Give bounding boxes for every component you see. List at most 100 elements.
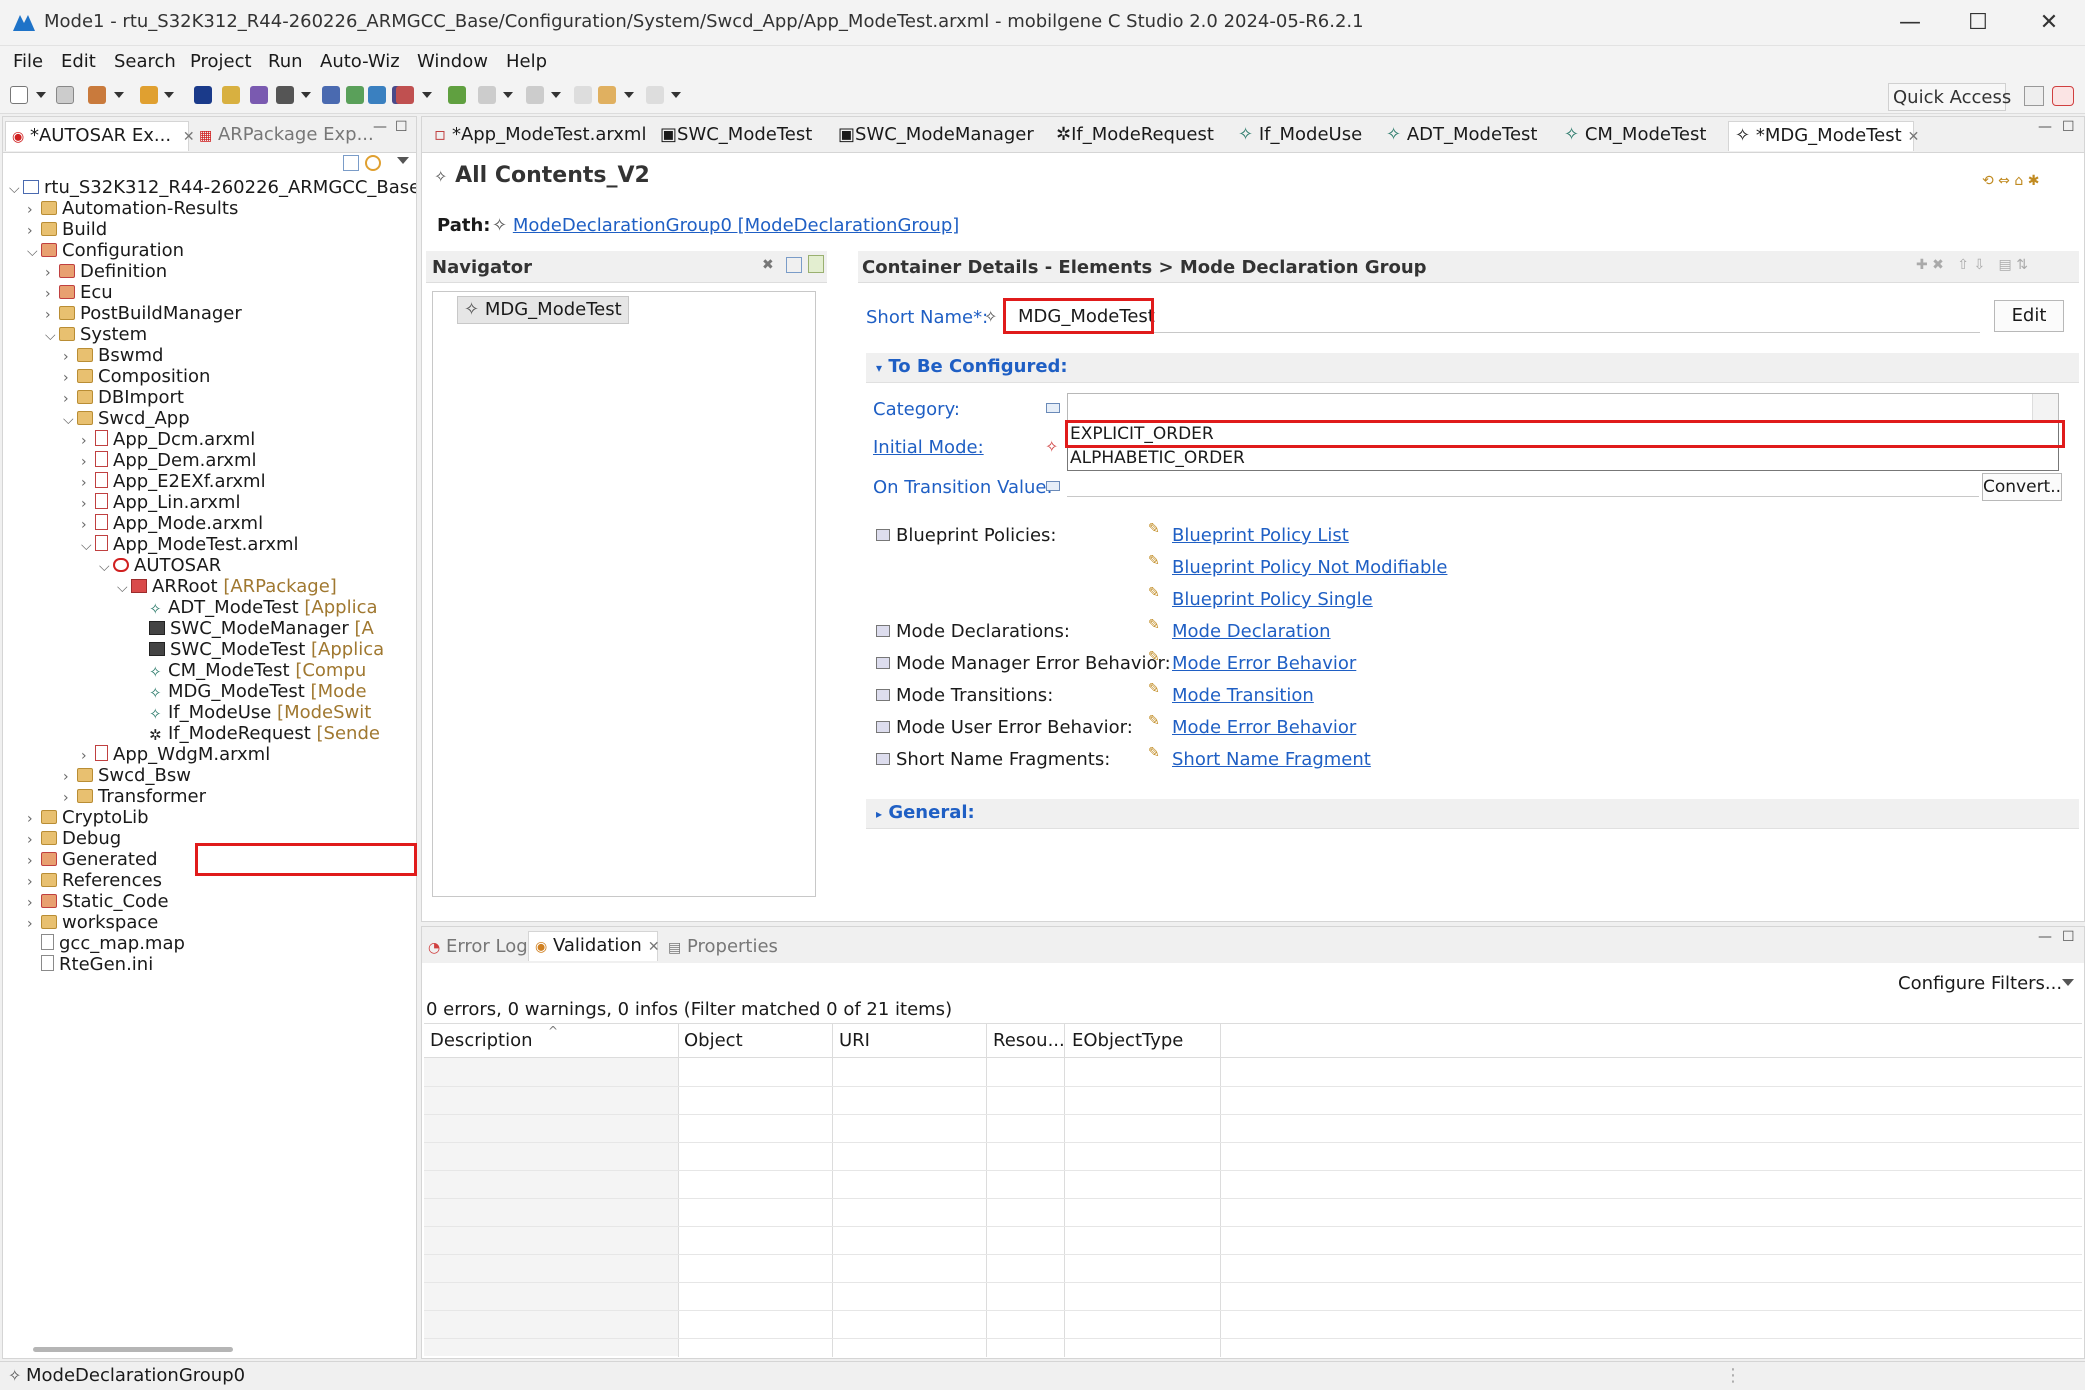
- close-icon[interactable]: ✕: [1908, 129, 1920, 145]
- tree-item[interactable]: RteGen.ini: [27, 952, 153, 978]
- add-reference-icon[interactable]: ✎: [1148, 745, 1160, 761]
- path-breadcrumb[interactable]: ✧ ModeDeclarationGroup0 [ModeDeclaration…: [492, 215, 959, 236]
- chevron-down-icon[interactable]: [671, 92, 681, 98]
- forward-arrow-icon[interactable]: [646, 86, 664, 104]
- tab-cm-modetest[interactable]: ✧ CM_ModeTest: [1558, 121, 1712, 151]
- details-toolbar-icon[interactable]: ✚ ✖ ⇧ ⇩ ▤ ⇅: [1916, 257, 2028, 273]
- grid-icon[interactable]: [322, 86, 340, 104]
- reference-link[interactable]: Mode Transition: [1172, 685, 1314, 706]
- add-reference-icon[interactable]: ✎: [1148, 553, 1160, 569]
- reference-link[interactable]: Blueprint Policy Single: [1172, 589, 1373, 610]
- tab-error-log[interactable]: ◔ Error Log: [422, 933, 534, 963]
- tab-if-moderequest[interactable]: ✲If_ModeRequest: [1050, 121, 1220, 151]
- annotation-icon[interactable]: [526, 86, 544, 104]
- section-to-be-configured[interactable]: ▾ To Be Configured:: [866, 353, 2079, 383]
- maximize-view-icon[interactable]: ☐: [2062, 119, 2075, 135]
- chevron-down-icon[interactable]: ⌵: [99, 554, 113, 580]
- column-description[interactable]: Description: [430, 1030, 533, 1051]
- chevron-down-icon[interactable]: [301, 92, 311, 98]
- tab-swc-modemanager[interactable]: ▣SWC_ModeManager: [832, 121, 1040, 151]
- maximize-button[interactable]: ☐: [1958, 8, 1998, 38]
- add-reference-icon[interactable]: ✎: [1148, 521, 1160, 537]
- back-icon[interactable]: [574, 86, 592, 104]
- section-general[interactable]: ▸ General:: [866, 799, 2079, 829]
- tab-swc-modetest[interactable]: ▣SWC_ModeTest: [654, 121, 818, 151]
- new-icon[interactable]: [10, 86, 28, 104]
- category-combo[interactable]: [1067, 393, 2059, 423]
- save-icon[interactable]: [56, 86, 74, 104]
- tab-mdg-modetest[interactable]: ✧ *MDG_ModeTest ✕: [1728, 121, 1919, 151]
- tab-validation[interactable]: ◉ Validation ✕: [528, 931, 660, 961]
- tab-adt-modetest[interactable]: ✧ ADT_ModeTest: [1380, 121, 1544, 151]
- chevron-down-icon[interactable]: ⌵: [63, 407, 77, 433]
- minimize-view-icon[interactable]: —: [2038, 119, 2052, 135]
- view-menu-icon[interactable]: [397, 157, 409, 164]
- spark-icon[interactable]: [222, 86, 240, 104]
- on-transition-input[interactable]: [1067, 475, 1979, 497]
- reference-link[interactable]: Mode Error Behavior: [1172, 653, 1356, 674]
- menu-window[interactable]: Window: [417, 51, 488, 72]
- tab-if-modeuse[interactable]: ✧ If_ModeUse: [1232, 121, 1368, 151]
- reference-link[interactable]: Mode Error Behavior: [1172, 717, 1356, 738]
- column-eobjecttype[interactable]: EObjectType: [1072, 1030, 1183, 1051]
- menu-auto-wiz[interactable]: Auto-Wiz: [320, 51, 400, 72]
- minimize-button[interactable]: —: [1890, 8, 1930, 38]
- chevron-down-icon[interactable]: [624, 92, 634, 98]
- chevron-down-icon[interactable]: ⌵: [117, 575, 131, 601]
- minimize-view-icon[interactable]: —: [373, 119, 387, 135]
- add-reference-icon[interactable]: ✎: [1148, 649, 1160, 665]
- chevron-down-icon[interactable]: [36, 92, 46, 98]
- chevron-down-icon[interactable]: [551, 92, 561, 98]
- reference-link[interactable]: Mode Declaration: [1172, 621, 1331, 642]
- remove-icon[interactable]: ✖: [762, 257, 774, 273]
- search-icon[interactable]: [478, 86, 496, 104]
- collapse-all-icon[interactable]: [343, 155, 359, 171]
- add-reference-icon[interactable]: ✎: [1148, 585, 1160, 601]
- add-reference-icon[interactable]: ✎: [1148, 617, 1160, 633]
- column-object[interactable]: Object: [684, 1030, 743, 1051]
- chevron-down-icon[interactable]: ⌵: [9, 177, 23, 202]
- debug-icon[interactable]: [396, 86, 414, 104]
- monitor-icon[interactable]: [276, 86, 294, 104]
- chevron-down-icon[interactable]: [114, 92, 124, 98]
- menu-edit[interactable]: Edit: [61, 51, 96, 72]
- link-editor-icon[interactable]: [365, 155, 381, 171]
- quick-access-input[interactable]: Quick Access: [1888, 83, 2011, 111]
- chart-icon[interactable]: [250, 86, 268, 104]
- chevron-down-icon[interactable]: [164, 92, 174, 98]
- tool-icon[interactable]: [368, 86, 386, 104]
- menu-search[interactable]: Search: [114, 51, 176, 72]
- back-arrow-icon[interactable]: [598, 86, 616, 104]
- column-uri[interactable]: URI: [839, 1030, 870, 1051]
- column-resource[interactable]: Resou...: [993, 1030, 1065, 1051]
- chevron-down-icon[interactable]: ⌵: [45, 323, 59, 349]
- chevron-down-icon[interactable]: [503, 92, 513, 98]
- navigator-item-mdg[interactable]: ✧ MDG_ModeTest: [457, 296, 629, 324]
- convert-button[interactable]: Convert..: [1982, 473, 2062, 501]
- table-icon[interactable]: [346, 86, 364, 104]
- perspective-icon[interactable]: [2024, 86, 2044, 106]
- initial-mode-label[interactable]: Initial Mode:: [873, 437, 984, 458]
- wizard-icon[interactable]: [140, 86, 158, 104]
- view-menu-icon[interactable]: [2062, 979, 2074, 986]
- dropdown-option-alphabetic-order[interactable]: ALPHABETIC_ORDER: [1070, 448, 1245, 468]
- build-icon[interactable]: [88, 86, 106, 104]
- run-icon[interactable]: [448, 86, 466, 104]
- filter-icon[interactable]: [808, 255, 824, 273]
- chevron-down-icon[interactable]: [422, 92, 432, 98]
- tab-arpackage-explorer[interactable]: ▦ ARPackage Exp...: [193, 121, 380, 151]
- edit-button[interactable]: Edit: [1994, 300, 2064, 332]
- chevron-down-icon[interactable]: [2032, 394, 2058, 422]
- menu-project[interactable]: Project: [190, 51, 252, 72]
- editor-actions-icon[interactable]: ⟲ ⇔ ⌂ ✱: [1982, 173, 2068, 191]
- terminal-icon[interactable]: [194, 86, 212, 104]
- close-button[interactable]: ✕: [2029, 8, 2069, 38]
- menu-run[interactable]: Run: [268, 51, 303, 72]
- configure-filters-link[interactable]: Configure Filters...: [1898, 973, 2062, 994]
- horizontal-scrollbar[interactable]: [33, 1347, 233, 1352]
- tab-properties[interactable]: ▤ Properties: [662, 933, 784, 963]
- minimize-view-icon[interactable]: —: [2038, 929, 2052, 945]
- tab-app-modetest-arxml[interactable]: ▫ *App_ModeTest.arxml: [428, 121, 652, 151]
- reference-link[interactable]: Blueprint Policy List: [1172, 525, 1349, 546]
- menu-help[interactable]: Help: [506, 51, 547, 72]
